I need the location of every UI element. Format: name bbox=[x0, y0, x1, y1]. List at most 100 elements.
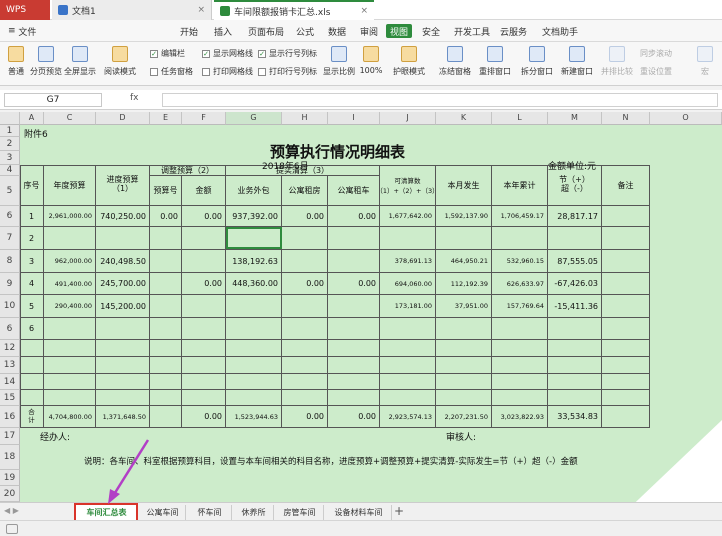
empty-cell[interactable] bbox=[20, 357, 44, 374]
column-header-D[interactable]: D bbox=[96, 112, 150, 125]
empty-cell[interactable] bbox=[436, 340, 492, 357]
header-outsource[interactable]: 业务外包 bbox=[226, 176, 282, 206]
menu-formula[interactable]: 公式 bbox=[292, 24, 318, 38]
empty-cell[interactable] bbox=[492, 340, 548, 357]
menu-cloud[interactable]: 云服务 bbox=[496, 24, 531, 38]
row-amount[interactable] bbox=[182, 318, 226, 340]
spreadsheet-grid[interactable]: ACDEFGHIJKLMNO 1 2 3 4 5 6 7 8 9 10 6 12 13 14 15 16 17 1… bbox=[0, 112, 722, 502]
header-progress[interactable]: 进度预算 （1） bbox=[96, 165, 150, 206]
menu-assistant[interactable]: 文档助手 bbox=[538, 24, 582, 38]
row-seq[interactable]: 5 bbox=[20, 295, 44, 318]
row-save[interactable]: -15,411.36 bbox=[548, 295, 602, 318]
printheaders-checkbox[interactable]: 打印行号列标 bbox=[258, 66, 317, 77]
fx-icon[interactable]: fx bbox=[130, 93, 139, 103]
reset-position-option[interactable]: 重设位置 bbox=[640, 66, 672, 77]
row-adjno[interactable] bbox=[150, 295, 182, 318]
row-rent[interactable] bbox=[282, 295, 328, 318]
document-tab[interactable]: 文档1 × bbox=[52, 0, 212, 20]
menu-start[interactable]: 开始 bbox=[176, 24, 202, 38]
column-header-A[interactable]: A bbox=[20, 112, 44, 125]
row-avail[interactable]: 378,691.13 bbox=[380, 250, 436, 273]
header-adjust[interactable]: 调整预算（2） bbox=[150, 165, 226, 176]
taskpane-checkbox[interactable]: 任务窗格 bbox=[150, 66, 193, 77]
row-rent[interactable]: 0.00 bbox=[282, 273, 328, 295]
row-save[interactable]: 28,817.17 bbox=[548, 206, 602, 227]
column-header-I[interactable]: I bbox=[328, 112, 380, 125]
row-save[interactable]: 87,555.05 bbox=[548, 250, 602, 273]
row-avail[interactable]: 1,677,642.00 bbox=[380, 206, 436, 227]
row-remark[interactable] bbox=[602, 318, 650, 340]
row-outsource[interactable]: 138,192.63 bbox=[226, 250, 282, 273]
empty-cell[interactable] bbox=[328, 340, 380, 357]
empty-cell[interactable] bbox=[282, 374, 328, 390]
menu-security[interactable]: 安全 bbox=[418, 24, 444, 38]
empty-cell[interactable] bbox=[328, 390, 380, 406]
total-month[interactable]: 2,207,231.50 bbox=[436, 406, 492, 428]
empty-cell[interactable] bbox=[150, 357, 182, 374]
empty-cell[interactable] bbox=[282, 390, 328, 406]
total-save[interactable]: 33,534.83 bbox=[548, 406, 602, 428]
row-adjno[interactable] bbox=[150, 227, 182, 250]
row-car[interactable] bbox=[328, 250, 380, 273]
spreadsheet-tab[interactable]: 车间限额报销卡汇总.xls × bbox=[214, 0, 374, 20]
row-annual[interactable] bbox=[44, 318, 96, 340]
row-ytd[interactable] bbox=[492, 227, 548, 250]
empty-cell[interactable] bbox=[282, 340, 328, 357]
rearrange-button[interactable]: 重排窗口 bbox=[476, 44, 514, 84]
add-sheet-icon[interactable]: + bbox=[394, 504, 404, 518]
row-save[interactable] bbox=[548, 318, 602, 340]
row-month[interactable]: 112,192.39 bbox=[436, 273, 492, 295]
empty-cell[interactable] bbox=[548, 340, 602, 357]
empty-cell[interactable] bbox=[548, 357, 602, 374]
empty-cell[interactable] bbox=[226, 340, 282, 357]
row-header[interactable]: 5 bbox=[0, 176, 20, 206]
macro-button[interactable]: 宏 bbox=[694, 44, 716, 84]
empty-cell[interactable] bbox=[328, 357, 380, 374]
total-available[interactable]: 2,923,574.13 bbox=[380, 406, 436, 428]
tab-nav-arrows-icon[interactable]: ◀ ▶ bbox=[4, 506, 19, 515]
empty-cell[interactable] bbox=[436, 390, 492, 406]
column-header-N[interactable]: N bbox=[602, 112, 650, 125]
menu-data[interactable]: 数据 bbox=[324, 24, 350, 38]
menu-file[interactable]: ≡ 文件 bbox=[4, 24, 40, 38]
menu-dev[interactable]: 开发工具 bbox=[450, 24, 494, 38]
status-icon[interactable] bbox=[6, 524, 18, 534]
column-header-H[interactable]: H bbox=[282, 112, 328, 125]
row-avail[interactable] bbox=[380, 318, 436, 340]
editbar-checkbox[interactable]: ✓ 编辑栏 bbox=[150, 48, 185, 59]
empty-cell[interactable] bbox=[96, 340, 150, 357]
showgrid-checkbox[interactable]: ✓ 显示网格线 bbox=[202, 48, 253, 59]
empty-cell[interactable] bbox=[328, 374, 380, 390]
select-all-corner[interactable] bbox=[0, 112, 20, 125]
row-annual[interactable]: 491,400.00 bbox=[44, 273, 96, 295]
row-ytd[interactable]: 626,633.97 bbox=[492, 273, 548, 295]
row-annual[interactable]: 962,000.00 bbox=[44, 250, 96, 273]
empty-cell[interactable] bbox=[602, 374, 650, 390]
row-header[interactable]: 13 bbox=[0, 357, 20, 374]
wps-app-tab[interactable]: WPS bbox=[0, 0, 50, 20]
empty-cell[interactable] bbox=[380, 357, 436, 374]
sync-scroll-option[interactable]: 同步滚动 bbox=[640, 48, 672, 59]
empty-cell[interactable] bbox=[182, 390, 226, 406]
row-ytd[interactable]: 532,960.15 bbox=[492, 250, 548, 273]
header-adjno[interactable]: 预算号 bbox=[150, 176, 182, 206]
row-progress[interactable] bbox=[96, 227, 150, 250]
row-annual[interactable]: 2,961,000.00 bbox=[44, 206, 96, 227]
row-month[interactable]: 37,951.00 bbox=[436, 295, 492, 318]
row-remark[interactable] bbox=[602, 273, 650, 295]
empty-cell[interactable] bbox=[44, 340, 96, 357]
row-avail[interactable]: 173,181.00 bbox=[380, 295, 436, 318]
sheet-tab[interactable]: 设备材料车间 bbox=[326, 505, 392, 520]
menu-view[interactable]: 视图 bbox=[386, 24, 413, 38]
row-progress[interactable]: 245,700.00 bbox=[96, 273, 150, 295]
empty-cell[interactable] bbox=[150, 340, 182, 357]
split-window-button[interactable]: 拆分窗口 bbox=[518, 44, 556, 84]
close-icon[interactable]: × bbox=[197, 5, 205, 15]
new-window-button[interactable]: 新建窗口 bbox=[558, 44, 596, 84]
total-rent[interactable]: 0.00 bbox=[282, 406, 328, 428]
empty-cell[interactable] bbox=[226, 357, 282, 374]
row-month[interactable]: 1,592,137.90 bbox=[436, 206, 492, 227]
header-month[interactable]: 本月发生 bbox=[436, 165, 492, 206]
normal-view-button[interactable]: 普通 bbox=[4, 44, 28, 84]
row-annual[interactable]: 290,400.00 bbox=[44, 295, 96, 318]
